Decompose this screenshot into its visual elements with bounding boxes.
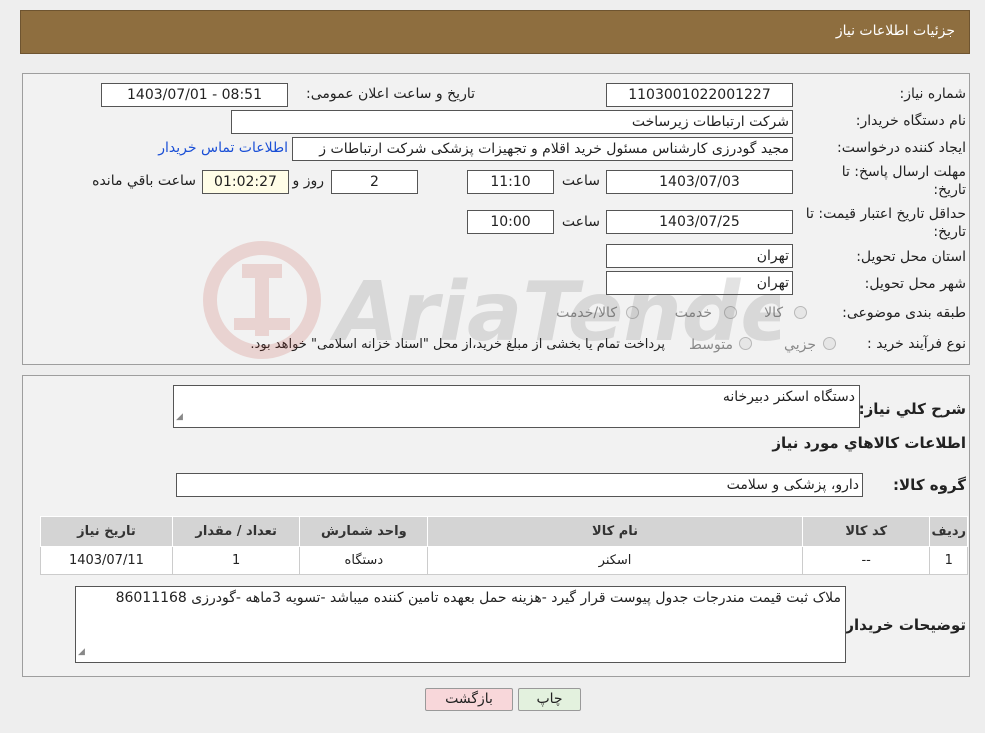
item-code-cell: -- [801,546,931,575]
buyer-org-field: شرکت ارتباطات زیرساخت [231,110,793,134]
purchase-minor-label: جزیي [784,337,816,353]
page-header: جزئیات اطلاعات نیاز [20,10,970,54]
category-goods-service-radio[interactable] [626,306,639,319]
purchase-minor-radio[interactable] [823,337,836,350]
category-goods-service-label: کالا/خدمت [556,305,617,321]
goods-group-field: دارو، پزشکی و سلامت [176,473,863,497]
remaining-days-field: 2 [331,170,418,194]
column-header-row-number: رديف [929,516,968,547]
deadline-label-date: تاریخ: [933,182,966,198]
days-label: روز و [292,173,325,189]
quantity-cell: 1 [171,546,301,575]
validity-date-field: 1403/07/25 [606,210,793,234]
announce-datetime-field: 1403/07/01 - 08:51 [101,83,288,107]
need-number-label: شماره نیاز: [899,86,967,102]
buyer-org-label: نام دستگاه خریدار: [855,113,966,129]
row-number-cell: 1 [929,546,968,575]
province-field: تهران [606,244,793,268]
goods-table-header: رديف كد كالا نام كالا واحد شمارش تعداد /… [40,516,968,547]
category-service-radio[interactable] [724,306,737,319]
buyer-notes-label: توضیحات خریدار: [839,616,966,634]
summary-text: دستگاه اسکنر دبیرخانه [722,389,855,405]
need-date-cell: 1403/07/11 [40,546,173,575]
category-goods-radio[interactable] [794,306,807,319]
validity-time-field: 10:00 [467,210,554,234]
payment-note: پرداخت تمام یا بخشی از مبلغ خرید،از محل … [250,337,665,352]
province-label: استان محل تحویل: [856,249,966,265]
unit-cell: دستگاه [299,546,429,575]
print-button[interactable]: چاپ [518,688,581,711]
summary-label: شرح کلي نياز: [858,400,966,418]
buyer-notes-text: ملاک ثبت قیمت مندرجات جدول پیوست قرار گی… [115,590,841,606]
requester-field: مجید گودرزی کارشناس مسئول خرید اقلام و ت… [292,137,793,161]
back-button[interactable]: بازگشت [425,688,513,711]
category-label: طبقه بندی موضوعی: [842,305,966,321]
deadline-time-label: ساعت [561,173,600,189]
need-number-field: 1103001022001227 [606,83,793,107]
column-header-quantity: تعداد / مقدار [171,516,301,547]
requester-label: ایجاد کننده درخواست: [837,140,966,156]
summary-textarea: دستگاه اسکنر دبیرخانه ◢ [173,385,860,428]
page-title: جزئیات اطلاعات نیاز [835,23,955,39]
announce-label: تاریخ و ساعت اعلان عمومی: [306,86,475,102]
purchase-medium-radio[interactable] [739,337,752,350]
validity-label-date: تاریخ: [933,224,966,240]
category-goods-label: کالا [764,305,783,321]
table-row: 1 -- اسکنر دستگاه 1 1403/07/11 [40,546,968,575]
remaining-time-field: 01:02:27 [202,170,289,194]
goods-info-title: اطلاعات كالاهاي مورد نياز [772,434,966,452]
resize-grip-icon[interactable]: ◢ [78,643,85,661]
deadline-time-field: 11:10 [467,170,554,194]
validity-time-label: ساعت [561,214,600,230]
column-header-need-date: تاريخ نياز [40,516,173,547]
validity-label: حداقل تاریخ اعتبار قیمت: تا [805,206,966,222]
item-name-cell: اسکنر [427,546,803,575]
goods-table: رديف كد كالا نام كالا واحد شمارش تعداد /… [40,516,968,575]
deadline-date-field: 1403/07/03 [606,170,793,194]
purchase-type-label: نوع فرآیند خرید : [867,336,966,352]
buyer-contact-link[interactable]: اطلاعات تماس خریدار [158,140,288,156]
purchase-medium-label: متوسط [689,337,733,353]
remaining-label: ساعت باقي مانده [92,173,196,189]
city-label: شهر محل تحویل: [864,276,966,292]
column-header-item-code: كد كالا [801,516,931,547]
deadline-label: مهلت ارسال پاسخ: تا [841,164,966,180]
column-header-item-name: نام كالا [427,516,803,547]
resize-grip-icon[interactable]: ◢ [176,408,183,426]
city-field: تهران [606,271,793,295]
buyer-notes-textarea: ملاک ثبت قیمت مندرجات جدول پیوست قرار گی… [75,586,846,663]
column-header-unit: واحد شمارش [299,516,429,547]
goods-group-label: گروه کالا: [893,476,966,494]
category-service-label: خدمت [674,305,712,321]
